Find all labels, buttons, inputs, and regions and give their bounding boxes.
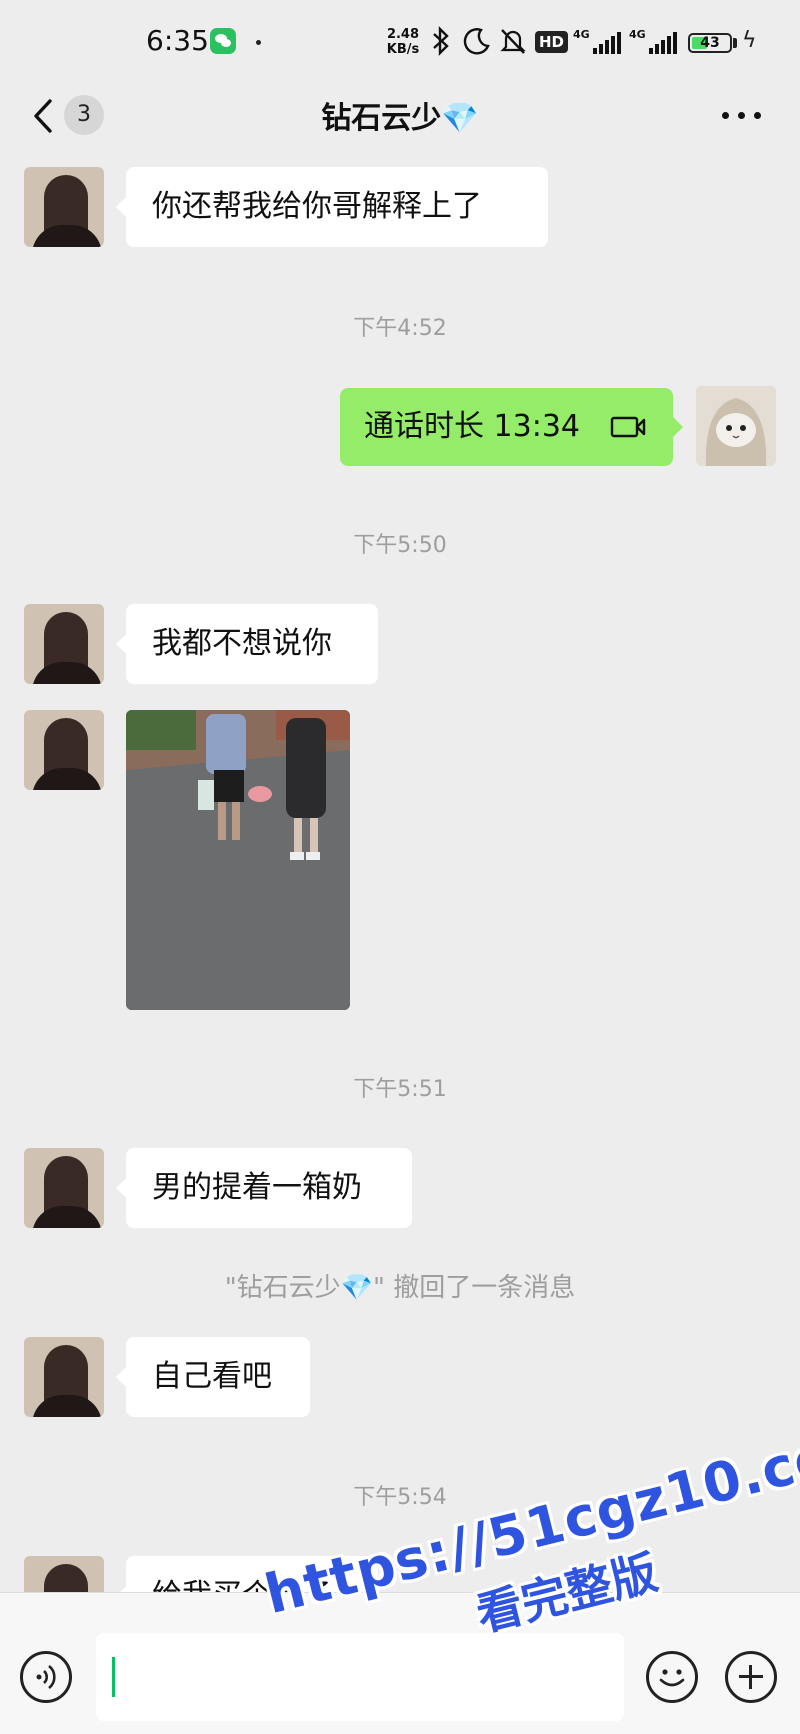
emoji-button[interactable] xyxy=(646,1651,698,1703)
message-timestamp: 下午4:52 xyxy=(353,316,447,341)
contact-avatar[interactable] xyxy=(24,167,104,247)
outgoing-call-record[interactable]: 通话时长 13:34 xyxy=(340,388,683,466)
battery-percent: 43 xyxy=(700,35,720,51)
voice-call-icon xyxy=(610,416,646,438)
incoming-message[interactable]: 我都不想说你 xyxy=(116,604,378,684)
mute-bell-icon xyxy=(498,26,528,63)
text-cursor xyxy=(112,1657,115,1697)
contact-avatar[interactable] xyxy=(24,1148,104,1228)
contact-avatar[interactable] xyxy=(24,604,104,684)
network-type-label: 4G xyxy=(629,28,646,41)
call-duration-text: 通话时长 13:34 xyxy=(364,409,580,444)
voice-wave-icon xyxy=(36,1664,56,1690)
contact-avatar[interactable] xyxy=(24,1337,104,1417)
wechat-notification-icon xyxy=(210,28,236,54)
charging-bolt-icon: ϟ xyxy=(742,28,757,53)
incoming-message[interactable]: 男的提着一箱奶 xyxy=(116,1148,412,1228)
status-time: 6:35 xyxy=(146,24,209,57)
my-avatar-cat[interactable] xyxy=(696,386,776,466)
bluetooth-icon xyxy=(430,26,452,63)
message-timestamp: 下午5:51 xyxy=(353,1077,447,1102)
network-type-label: 4G xyxy=(573,28,590,41)
signal-strength-icon: 4G xyxy=(629,28,677,54)
smile-icon xyxy=(659,1669,685,1687)
contact-avatar[interactable] xyxy=(24,710,104,790)
voice-input-button[interactable] xyxy=(20,1651,72,1703)
network-speed-value: 2.48 xyxy=(386,27,420,42)
more-actions-plus-button[interactable] xyxy=(725,1651,777,1703)
more-options-icon[interactable] xyxy=(722,112,762,122)
street-photo xyxy=(126,710,350,1010)
signal-strength-icon: 4G xyxy=(573,28,621,54)
battery-icon: 43 xyxy=(688,33,732,53)
do-not-disturb-moon-icon xyxy=(463,26,491,63)
chat-title: 钻石云少💎 xyxy=(321,101,479,136)
message-timestamp: 下午5:50 xyxy=(353,533,447,558)
network-speed-unit: KB/s xyxy=(386,42,420,57)
more-notifications-dot-icon xyxy=(256,40,261,45)
recalled-message-notice: "钻石云少💎" 撤回了一条消息 xyxy=(224,1273,576,1303)
hd-voice-badge: HD xyxy=(535,31,569,53)
incoming-message[interactable]: 自己看吧 xyxy=(116,1337,310,1417)
incoming-message[interactable]: 你还帮我给你哥解释上了 xyxy=(116,167,548,247)
network-speed: 2.48 KB/s xyxy=(381,27,425,57)
battery-tip xyxy=(733,38,737,48)
incoming-image-message[interactable] xyxy=(126,710,350,1010)
